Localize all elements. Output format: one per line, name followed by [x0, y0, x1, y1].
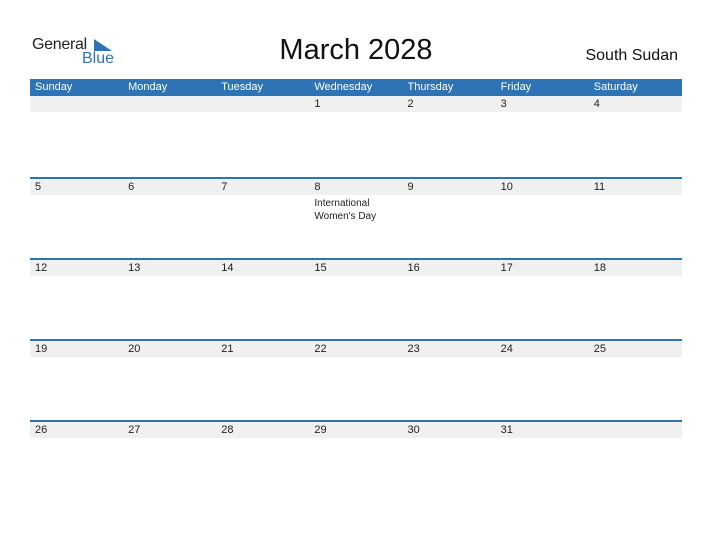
- day-event: [589, 438, 682, 440]
- week-row: 1 2 3 4: [30, 96, 682, 177]
- day-number-row: 12 13 14 15 16 17 18: [30, 260, 682, 276]
- day-number: 1: [314, 98, 321, 110]
- week-row: 26 27 28 29 30 31: [30, 420, 682, 501]
- day-number: 10: [500, 181, 513, 193]
- calendar-grid: Sunday Monday Tuesday Wednesday Thursday…: [30, 79, 682, 501]
- day-event: [496, 357, 589, 359]
- day-event: [123, 357, 216, 359]
- weekday-wednesday: Wednesday: [314, 81, 373, 93]
- weekday-header: Sunday Monday Tuesday Wednesday Thursday…: [30, 79, 682, 96]
- event-row: [30, 276, 682, 278]
- country-label: South Sudan: [585, 47, 678, 64]
- day-event: [496, 276, 589, 278]
- day-number-row: 26 27 28 29 30 31: [30, 422, 682, 438]
- day-number: 29: [314, 424, 327, 436]
- day-event: [30, 276, 123, 278]
- weekday-monday: Monday: [128, 81, 168, 93]
- day-number: 25: [593, 343, 606, 355]
- day-number: 5: [35, 181, 42, 193]
- day-number: [589, 422, 682, 438]
- day-event: [496, 112, 589, 114]
- day-event: [403, 112, 496, 114]
- day-event: [403, 357, 496, 359]
- day-number: [30, 96, 123, 112]
- day-event: [30, 438, 123, 440]
- day-event: [589, 112, 682, 114]
- day-number: 7: [221, 181, 228, 193]
- day-event: [403, 438, 496, 440]
- day-event: [30, 195, 123, 223]
- day-number: 23: [407, 343, 420, 355]
- day-event: [309, 357, 402, 359]
- day-number: [216, 96, 309, 112]
- day-event: [496, 195, 589, 223]
- day-number: 17: [500, 262, 513, 274]
- day-number: 14: [221, 262, 234, 274]
- day-event: [589, 357, 682, 359]
- event-row: [30, 357, 682, 359]
- day-number: 4: [593, 98, 600, 110]
- day-event: [309, 276, 402, 278]
- day-number: 18: [593, 262, 606, 274]
- day-number: 12: [35, 262, 48, 274]
- day-number: 24: [500, 343, 513, 355]
- day-event: [123, 438, 216, 440]
- day-number: 2: [407, 98, 414, 110]
- day-event: [30, 112, 123, 114]
- week-row: 5 6 7 8 9 10 11 International Women's Day: [30, 177, 682, 258]
- day-event: [216, 438, 309, 440]
- day-event: [123, 195, 216, 223]
- day-number: 31: [500, 424, 513, 436]
- day-event: [309, 112, 402, 114]
- day-number: 3: [500, 98, 507, 110]
- day-number: 11: [593, 181, 606, 193]
- weekday-saturday: Saturday: [593, 81, 638, 93]
- weekday-sunday: Sunday: [35, 81, 73, 93]
- day-event: [589, 195, 682, 223]
- day-number: 28: [221, 424, 234, 436]
- day-event: [216, 276, 309, 278]
- week-row: 12 13 14 15 16 17 18: [30, 258, 682, 339]
- day-number: 22: [314, 343, 327, 355]
- weekday-thursday: Thursday: [407, 81, 454, 93]
- day-event: [216, 195, 309, 223]
- day-number: 13: [128, 262, 141, 274]
- day-number: 27: [128, 424, 141, 436]
- day-number: 6: [128, 181, 135, 193]
- weekday-tuesday: Tuesday: [221, 81, 264, 93]
- day-event: [216, 112, 309, 114]
- day-number: 26: [35, 424, 48, 436]
- day-event: [216, 357, 309, 359]
- day-number: 30: [407, 424, 420, 436]
- day-event: [309, 438, 402, 440]
- day-number-row: 1 2 3 4: [30, 96, 682, 112]
- day-event: [496, 438, 589, 440]
- day-number: 16: [407, 262, 420, 274]
- day-number: 20: [128, 343, 141, 355]
- day-number: 21: [221, 343, 234, 355]
- day-number: 19: [35, 343, 48, 355]
- day-number-row: 5 6 7 8 9 10 11: [30, 179, 682, 195]
- day-event: [123, 276, 216, 278]
- day-number: 9: [407, 181, 414, 193]
- day-number: 15: [314, 262, 327, 274]
- event-row: International Women's Day: [30, 195, 682, 223]
- day-event: International Women's Day: [314, 198, 377, 222]
- day-event: [30, 357, 123, 359]
- day-number: [123, 96, 216, 112]
- day-event: [403, 276, 496, 278]
- day-event: [123, 112, 216, 114]
- week-row: 19 20 21 22 23 24 25: [30, 339, 682, 420]
- event-row: [30, 112, 682, 114]
- day-event: [589, 276, 682, 278]
- day-number-row: 19 20 21 22 23 24 25: [30, 341, 682, 357]
- day-event: [403, 195, 496, 223]
- day-number: 8: [314, 181, 321, 193]
- weekday-friday: Friday: [500, 81, 532, 93]
- event-row: [30, 438, 682, 440]
